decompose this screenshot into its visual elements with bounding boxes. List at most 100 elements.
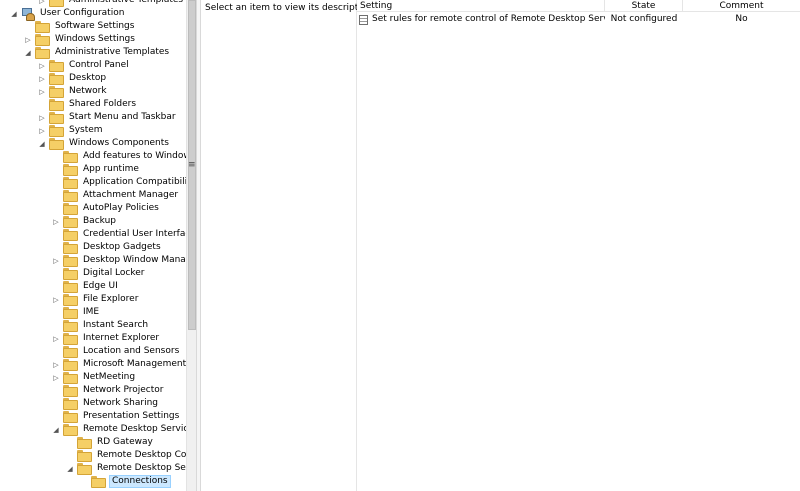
tree-item-label: User Configuration <box>40 8 125 18</box>
folder-icon <box>35 47 50 59</box>
expanded-arrow-icon[interactable]: ◢ <box>66 462 74 475</box>
tree-item[interactable]: ▷Network Sharing <box>52 397 160 410</box>
folder-icon <box>49 73 64 85</box>
folder-icon <box>63 320 78 332</box>
tree-item-label: Network Projector <box>83 385 164 395</box>
tree-item[interactable]: ▷ Backup <box>52 215 118 228</box>
folder-icon <box>63 255 78 267</box>
table-row[interactable]: Set rules for remote control of Remote D… <box>357 13 800 26</box>
tree-item[interactable]: ▷Digital Locker <box>52 267 147 280</box>
folder-icon <box>63 281 78 293</box>
tree-item[interactable]: ▷Presentation Settings <box>52 410 181 423</box>
tree-item-label: Internet Explorer <box>83 333 160 343</box>
tree-item-label: NetMeeting <box>83 372 136 382</box>
folder-icon <box>63 216 78 228</box>
tree-item[interactable]: ▷Attachment Manager <box>52 189 180 202</box>
tree-item-label: Digital Locker <box>83 268 145 278</box>
tree-item[interactable]: ▷IME <box>52 306 101 319</box>
tree-item[interactable]: ▷ System <box>38 124 105 137</box>
tree-item-label: Desktop Window Manager <box>83 255 186 265</box>
tree-item[interactable]: ▷ NetMeeting <box>52 371 137 384</box>
column-header-setting[interactable]: Setting <box>357 0 605 12</box>
collapsed-arrow-icon[interactable]: ▷ <box>38 72 46 85</box>
expanded-arrow-icon[interactable]: ◢ <box>52 423 60 436</box>
tree-item[interactable]: ▷ Windows Settings <box>24 33 137 46</box>
tree-item-label: Application Compatibility <box>83 177 186 187</box>
description-text: Select an item to view its description. <box>205 3 375 13</box>
tree-item[interactable]: ▷Remote Desktop Connect <box>66 449 186 462</box>
tree-item[interactable]: ▷Shared Folders <box>38 98 138 111</box>
tree-item[interactable]: ▷AutoPlay Policies <box>52 202 161 215</box>
collapsed-arrow-icon[interactable]: ▷ <box>38 85 46 98</box>
folder-icon <box>63 372 78 384</box>
tree-item-label: Administrative Templates <box>69 0 184 5</box>
tree-item[interactable]: ▷ Start Menu and Taskbar <box>38 111 178 124</box>
collapsed-arrow-icon[interactable]: ▷ <box>38 0 46 7</box>
tree-item-label: Windows Components <box>69 138 169 148</box>
tree-item[interactable]: ▷Credential User Interface <box>52 228 186 241</box>
tree-item[interactable]: ▷Network Projector <box>52 384 165 397</box>
tree-item[interactable]: ▷ Administrative Templates <box>38 0 185 7</box>
list-header: Setting State Comment <box>357 0 800 12</box>
folder-icon <box>63 411 78 423</box>
tree-item-label: Desktop <box>69 73 107 83</box>
tree-item-label: Remote Desktop Services <box>83 424 186 434</box>
splitter-grip-icon[interactable]: ≡ <box>188 160 196 170</box>
folder-icon <box>63 203 78 215</box>
folder-icon <box>77 450 92 462</box>
tree-item-label: AutoPlay Policies <box>83 203 159 213</box>
collapsed-arrow-icon[interactable]: ▷ <box>38 111 46 124</box>
collapsed-arrow-icon[interactable]: ▷ <box>52 332 60 345</box>
expanded-arrow-icon[interactable]: ◢ <box>38 137 46 150</box>
collapsed-arrow-icon[interactable]: ▷ <box>38 59 46 72</box>
navigation-tree: ▷ Administrative Templates ◢ User Configura… <box>0 0 186 491</box>
tree-item[interactable]: ◢ User Configuration <box>10 7 126 21</box>
tree-item[interactable]: ▷ Microsoft Management Con <box>52 358 186 371</box>
column-header-comment[interactable]: Comment <box>683 0 800 12</box>
tree-item[interactable]: ◢ Administrative Templates <box>24 46 171 59</box>
folder-icon <box>63 177 78 189</box>
expanded-arrow-icon[interactable]: ◢ <box>24 46 32 59</box>
tree-item[interactable]: ◢ Windows Components <box>38 137 171 150</box>
tree-item[interactable]: ▷Software Settings <box>24 20 136 33</box>
tree-item[interactable]: ▷ File Explorer <box>52 293 140 306</box>
tree-item-label: Start Menu and Taskbar <box>69 112 176 122</box>
tree-item-label: Software Settings <box>55 21 135 31</box>
tree-item[interactable]: ▷Edge UI <box>52 280 120 293</box>
collapsed-arrow-icon[interactable]: ▷ <box>38 124 46 137</box>
comment-cell: No <box>735 14 748 24</box>
column-header-state[interactable]: State <box>605 0 683 12</box>
tree-item[interactable]: ▷ Internet Explorer <box>52 332 161 345</box>
tree-item[interactable]: ◢ Remote Desktop Session <box>66 462 186 475</box>
folder-icon <box>63 307 78 319</box>
tree-item-label: Credential User Interface <box>83 229 186 239</box>
folder-icon <box>63 424 78 436</box>
collapsed-arrow-icon[interactable]: ▷ <box>52 254 60 267</box>
tree-item[interactable]: ▷Location and Sensors <box>52 345 181 358</box>
tree-item[interactable]: ▷ Network <box>38 85 109 98</box>
tree-item[interactable]: ▷ Control Panel <box>38 59 131 72</box>
tree-item[interactable]: ▷ Desktop <box>38 72 108 85</box>
tree-item[interactable]: ▷Instant Search <box>52 319 150 332</box>
collapsed-arrow-icon[interactable]: ▷ <box>52 293 60 306</box>
tree-item[interactable]: ▷Connections <box>80 475 171 488</box>
tree-item[interactable]: ◢ Remote Desktop Services <box>52 423 186 436</box>
tree-item[interactable]: ▷RD Gateway <box>66 436 155 449</box>
tree-item-label: Add features to Windows 8 <box>83 151 186 161</box>
tree-item[interactable]: ▷Application Compatibility <box>52 176 186 189</box>
folder-icon <box>35 34 50 46</box>
folder-icon <box>63 346 78 358</box>
tree-item[interactable]: ▷Desktop Gadgets <box>52 241 163 254</box>
tree-item[interactable]: ▷ Desktop Window Manager <box>52 254 186 267</box>
collapsed-arrow-icon[interactable]: ▷ <box>52 215 60 228</box>
collapsed-arrow-icon[interactable]: ▷ <box>52 371 60 384</box>
tree-item[interactable]: ▷App runtime <box>52 163 141 176</box>
tree-item[interactable]: ▷Add features to Windows 8 <box>52 150 186 163</box>
expanded-arrow-icon[interactable]: ◢ <box>10 7 18 20</box>
collapsed-arrow-icon[interactable]: ▷ <box>24 33 32 46</box>
tree-item-label: App runtime <box>83 164 139 174</box>
folder-icon <box>63 242 78 254</box>
tree-scrollbar[interactable] <box>186 0 196 491</box>
folder-icon <box>49 99 64 111</box>
collapsed-arrow-icon[interactable]: ▷ <box>52 358 60 371</box>
